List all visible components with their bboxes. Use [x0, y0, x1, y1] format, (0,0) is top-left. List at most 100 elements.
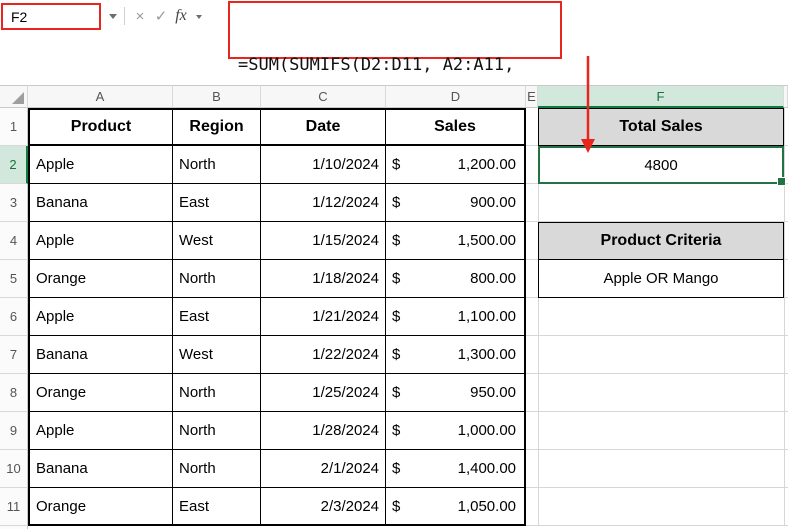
cell-b10[interactable]: North [173, 450, 261, 488]
cell-a3[interactable]: Banana [28, 184, 173, 222]
select-all-button[interactable] [0, 85, 28, 108]
cell-c4[interactable]: 1/15/2024 [261, 222, 386, 260]
cell-a11[interactable]: Orange [28, 488, 173, 526]
insert-function-icon[interactable]: fx [171, 4, 191, 28]
cell-d5[interactable]: $800.00 [386, 260, 526, 298]
cell-b9[interactable]: North [173, 412, 261, 450]
sales-amount: 800.00 [470, 270, 516, 287]
cell-c3[interactable]: 1/12/2024 [261, 184, 386, 222]
currency-symbol: $ [392, 270, 400, 287]
currency-symbol: $ [392, 498, 400, 515]
cell-b1[interactable]: Region [173, 108, 261, 146]
cell-c10[interactable]: 2/1/2024 [261, 450, 386, 488]
currency-symbol: $ [392, 194, 400, 211]
annotation-arrow-icon [577, 56, 599, 156]
formula-input[interactable]: =SUM(SUMIFS(D2:D11, A2:A11, {"Apple","Ma… [228, 1, 562, 59]
cell-c7[interactable]: 1/22/2024 [261, 336, 386, 374]
cell-f4-product-criteria-label[interactable]: Product Criteria [538, 222, 784, 260]
cell-c8[interactable]: 1/25/2024 [261, 374, 386, 412]
cell-c1[interactable]: Date [261, 108, 386, 146]
sales-amount: 1,100.00 [458, 308, 516, 325]
name-box-dropdown-icon[interactable] [102, 5, 124, 27]
cell-b5[interactable]: North [173, 260, 261, 298]
chevron-down-icon [109, 14, 117, 19]
cell-a6[interactable]: Apple [28, 298, 173, 336]
column-header-d[interactable]: D [386, 85, 526, 108]
cell-c2[interactable]: 1/10/2024 [261, 146, 386, 184]
sales-amount: 1,500.00 [458, 232, 516, 249]
sheet-grid: A B C D E F 1 2 3 4 5 6 7 8 9 10 11 Prod… [0, 85, 788, 529]
currency-symbol: $ [392, 308, 400, 325]
row-header-10[interactable]: 10 [0, 450, 28, 488]
cell-a5[interactable]: Orange [28, 260, 173, 298]
cell-a2[interactable]: Apple [28, 146, 173, 184]
currency-symbol: $ [392, 156, 400, 173]
row-header-6[interactable]: 6 [0, 298, 28, 336]
row-header-3[interactable]: 3 [0, 184, 28, 222]
cell-a7[interactable]: Banana [28, 336, 173, 374]
cell-c5[interactable]: 1/18/2024 [261, 260, 386, 298]
cell-d9[interactable]: $1,000.00 [386, 412, 526, 450]
cell-b2[interactable]: North [173, 146, 261, 184]
sales-amount: 1,300.00 [458, 346, 516, 363]
name-box[interactable]: F2 [1, 3, 101, 30]
cell-d6[interactable]: $1,100.00 [386, 298, 526, 336]
row-header-8[interactable]: 8 [0, 374, 28, 412]
formula-bar-area: F2 × ✓ fx =SUM(SUMIFS(D2:D11, A2:A11, {"… [0, 0, 788, 85]
sales-amount: 1,050.00 [458, 498, 516, 515]
cell-a1[interactable]: Product [28, 108, 173, 146]
row-header-5[interactable]: 5 [0, 260, 28, 298]
column-header-f[interactable]: F [538, 85, 784, 108]
cell-b11[interactable]: East [173, 488, 261, 526]
cell-d11[interactable]: $1,050.00 [386, 488, 526, 526]
data-table: Product Region Date Sales Apple North 1/… [28, 108, 526, 526]
currency-symbol: $ [392, 384, 400, 401]
currency-symbol: $ [392, 232, 400, 249]
cell-f2-total-sales-value[interactable]: 4800 [538, 146, 784, 184]
row-header-2[interactable]: 2 [0, 146, 28, 184]
cell-f5-product-criteria-value[interactable]: Apple OR Mango [538, 260, 784, 298]
cell-a10[interactable]: Banana [28, 450, 173, 488]
row-header-7[interactable]: 7 [0, 336, 28, 374]
cell-b7[interactable]: West [173, 336, 261, 374]
sales-amount: 1,200.00 [458, 156, 516, 173]
row-header-9[interactable]: 9 [0, 412, 28, 450]
cell-d1[interactable]: Sales [386, 108, 526, 146]
column-header-a[interactable]: A [28, 85, 173, 108]
enter-icon[interactable]: ✓ [151, 4, 171, 28]
select-all-triangle-icon [12, 92, 24, 104]
cell-d4[interactable]: $1,500.00 [386, 222, 526, 260]
cell-c9[interactable]: 1/28/2024 [261, 412, 386, 450]
sales-amount: 900.00 [470, 194, 516, 211]
cell-f1-total-sales-label[interactable]: Total Sales [538, 108, 784, 146]
cell-d2[interactable]: $1,200.00 [386, 146, 526, 184]
cell-d3[interactable]: $900.00 [386, 184, 526, 222]
sales-amount: 1,400.00 [458, 460, 516, 477]
sales-amount: 1,000.00 [458, 422, 516, 439]
column-header-e[interactable]: E [526, 85, 538, 108]
formula-options-icon[interactable] [192, 12, 206, 22]
cell-c6[interactable]: 1/21/2024 [261, 298, 386, 336]
cell-b4[interactable]: West [173, 222, 261, 260]
cell-c11[interactable]: 2/3/2024 [261, 488, 386, 526]
column-header-b[interactable]: B [173, 85, 261, 108]
currency-symbol: $ [392, 422, 400, 439]
cell-a8[interactable]: Orange [28, 374, 173, 412]
row-header-1[interactable]: 1 [0, 108, 28, 146]
row-header-11[interactable]: 11 [0, 488, 28, 526]
cell-b8[interactable]: North [173, 374, 261, 412]
cell-d10[interactable]: $1,400.00 [386, 450, 526, 488]
currency-symbol: $ [392, 460, 400, 477]
cell-a9[interactable]: Apple [28, 412, 173, 450]
cell-d7[interactable]: $1,300.00 [386, 336, 526, 374]
cell-b6[interactable]: East [173, 298, 261, 336]
cell-d8[interactable]: $950.00 [386, 374, 526, 412]
currency-symbol: $ [392, 346, 400, 363]
column-header-c[interactable]: C [261, 85, 386, 108]
cancel-icon[interactable]: × [130, 4, 150, 28]
chevron-down-icon [196, 15, 202, 19]
sales-amount: 950.00 [470, 384, 516, 401]
cell-b3[interactable]: East [173, 184, 261, 222]
row-header-4[interactable]: 4 [0, 222, 28, 260]
cell-a4[interactable]: Apple [28, 222, 173, 260]
